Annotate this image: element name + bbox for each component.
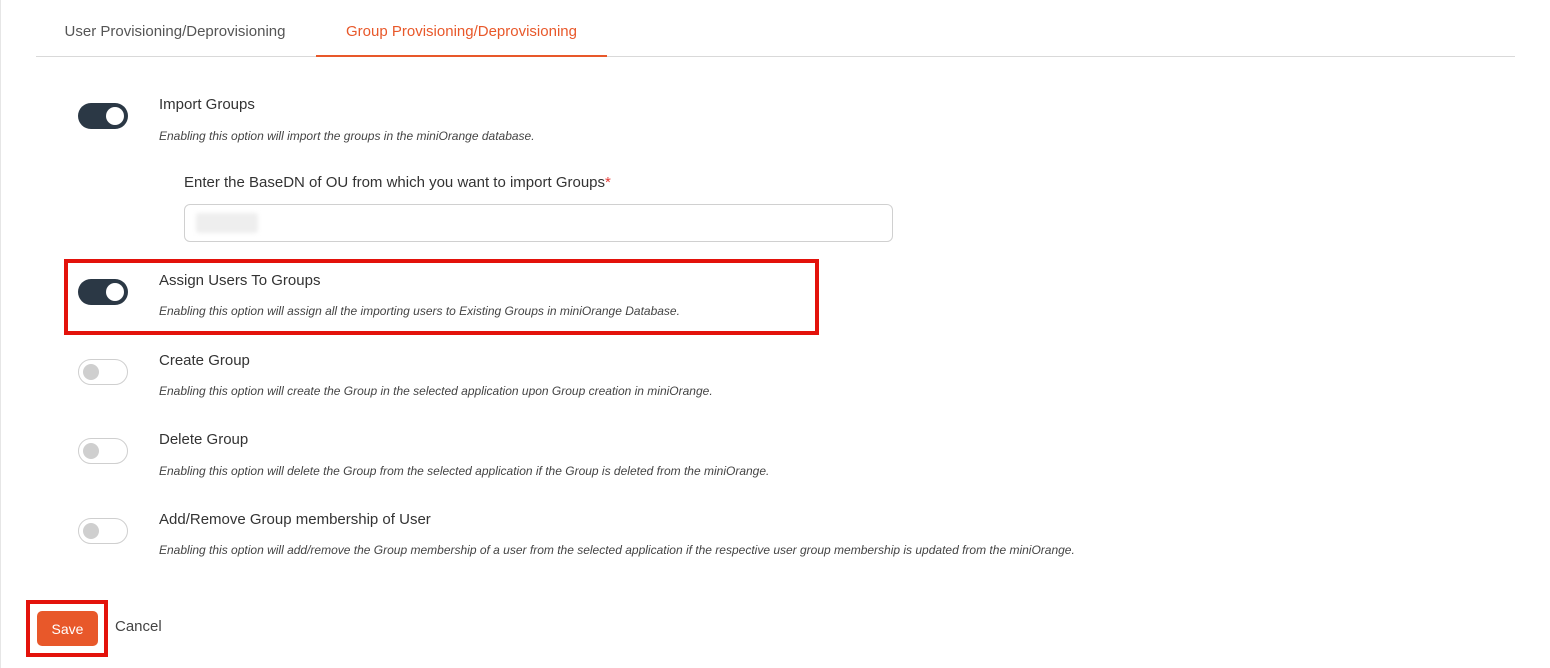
basedn-label: Enter the BaseDN of OU from which you wa…: [184, 174, 611, 191]
save-button[interactable]: Save: [37, 611, 98, 646]
redacted-value: [196, 213, 258, 233]
group-membership-title: Add/Remove Group membership of User: [159, 511, 431, 528]
toggle-knob: [83, 443, 99, 459]
delete-group-title: Delete Group: [159, 431, 249, 448]
import-groups-title: Import Groups: [159, 96, 255, 113]
delete-group-toggle[interactable]: [78, 438, 128, 464]
cancel-button[interactable]: Cancel: [115, 618, 162, 635]
required-marker: *: [605, 174, 611, 191]
assign-users-title: Assign Users To Groups: [159, 272, 321, 289]
import-groups-description: Enabling this option will import the gro…: [159, 129, 535, 143]
tab-group-provisioning[interactable]: Group Provisioning/Deprovisioning: [316, 0, 607, 57]
toggle-knob: [83, 364, 99, 380]
tab-user-provisioning[interactable]: User Provisioning/Deprovisioning: [36, 0, 314, 56]
group-membership-description: Enabling this option will add/remove the…: [159, 543, 1075, 557]
assign-users-highlight-box: [64, 259, 819, 335]
assign-users-description: Enabling this option will assign all the…: [159, 304, 680, 318]
toggle-knob: [106, 283, 124, 301]
provisioning-tabs: User Provisioning/Deprovisioning Group P…: [36, 0, 1515, 57]
create-group-toggle[interactable]: [78, 359, 128, 385]
basedn-label-text: Enter the BaseDN of OU from which you wa…: [184, 174, 606, 191]
page-left-border: [0, 0, 1, 668]
create-group-description: Enabling this option will create the Gro…: [159, 384, 713, 398]
toggle-knob: [83, 523, 99, 539]
toggle-knob: [106, 107, 124, 125]
group-membership-toggle[interactable]: [78, 518, 128, 544]
import-groups-toggle[interactable]: [78, 103, 128, 129]
delete-group-description: Enabling this option will delete the Gro…: [159, 464, 770, 478]
basedn-input[interactable]: [184, 204, 893, 242]
assign-users-toggle[interactable]: [78, 279, 128, 305]
create-group-title: Create Group: [159, 352, 250, 369]
